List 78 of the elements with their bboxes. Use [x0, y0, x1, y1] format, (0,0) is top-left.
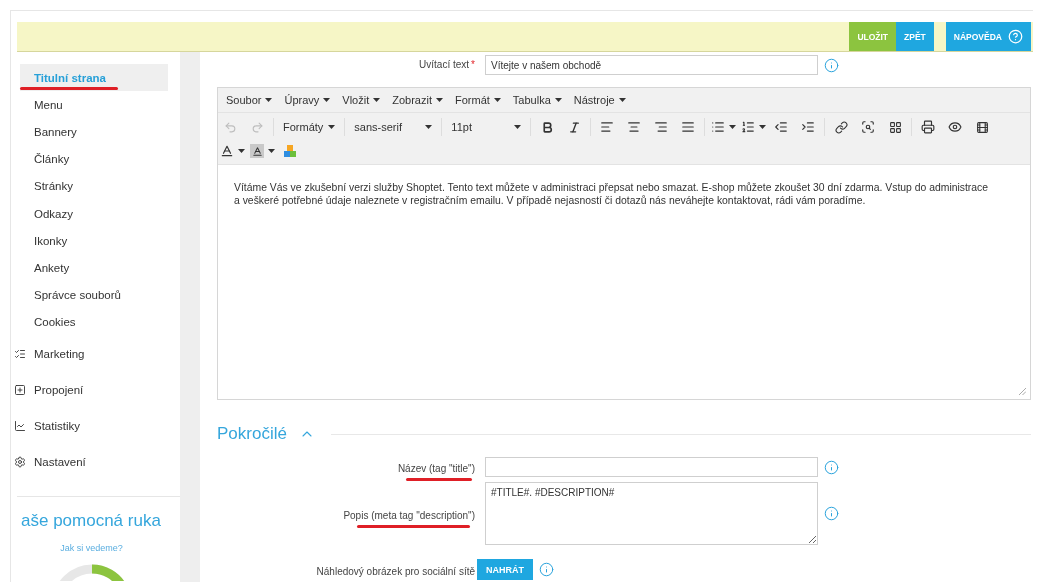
caret-icon: [514, 125, 522, 129]
scan-search-icon: [861, 120, 876, 134]
editor-paragraph: Vítáme Vás ve zkušební verzi služby Shoptet. Tento text můžete v administraci přepsat nebo smazat. E-shop můžete zkoušet 30 dní zdarma. Vstup do administrace a veškeré potřebné údaje naleznete v registračním emailu. V případě nejasností či dotazů nás neváhejte kontaktovat, rádi vám poradíme.: [234, 181, 990, 207]
sidebar-section[interactable]: Marketing: [34, 347, 85, 360]
color-blocks-icon: [284, 145, 296, 157]
outdent-icon: [774, 120, 789, 134]
help-panel-title: aše pomocná ruka: [21, 510, 161, 531]
bullet-list-icon: [711, 120, 726, 134]
sidebar-item[interactable]: Články: [20, 145, 168, 173]
menubar-dropdown[interactable]: Formát: [450, 89, 506, 111]
redo-icon: [250, 120, 264, 134]
menubar-dropdown[interactable]: Úpravy: [279, 89, 336, 111]
sidebar-item[interactable]: Stránky: [20, 172, 168, 200]
caret-icon: [268, 149, 275, 153]
textarea-field[interactable]: #TITLE#. #DESCRIPTION#: [485, 482, 818, 545]
field-label: Uvítací text: [419, 59, 470, 71]
text-color-icon: [220, 144, 234, 158]
grid-icon: [888, 120, 902, 134]
link-icon: [834, 120, 848, 134]
caret-icon: [425, 125, 433, 129]
sidebar-item[interactable]: Ankety: [20, 254, 168, 282]
info-icon[interactable]: [824, 506, 839, 521]
film-icon: [975, 120, 989, 134]
align-right-icon: [654, 120, 669, 134]
caret-icon: [265, 98, 273, 102]
menubar-dropdown[interactable]: Vložit: [337, 89, 386, 111]
caret-icon: [618, 98, 626, 102]
bold-icon: [540, 120, 554, 134]
sidebar-section[interactable]: Statistiky: [34, 419, 80, 432]
sidebar-section[interactable]: Nastavení: [34, 455, 86, 468]
caret-icon: [238, 149, 245, 153]
info-icon[interactable]: [824, 459, 839, 475]
sidebar-section[interactable]: Propojení: [34, 383, 84, 396]
caret-icon: [373, 98, 381, 102]
caret-icon: [729, 125, 737, 129]
checklist-icon: [14, 347, 26, 360]
indent-icon: [801, 120, 816, 134]
caret-icon: [323, 98, 331, 102]
italic-icon: [567, 120, 581, 134]
resize-handle-icon[interactable]: [1019, 388, 1026, 395]
font-size-select[interactable]: 11pt: [446, 116, 527, 138]
highlight-color-icon: [250, 144, 264, 158]
printer-icon: [921, 120, 936, 134]
sidebar-item[interactable]: Správce souborů: [20, 281, 168, 309]
menubar-dropdown[interactable]: Nástroje: [568, 89, 631, 111]
eye-icon: [948, 120, 963, 134]
sidebar-item[interactable]: Bannery: [20, 118, 168, 146]
formats-dropdown[interactable]: Formáty: [278, 116, 341, 138]
caret-icon: [554, 98, 562, 102]
text-input[interactable]: [485, 457, 818, 477]
help-icon: [1008, 29, 1023, 44]
gear-icon: [14, 455, 26, 468]
field-label: Název (tag "title"): [397, 463, 475, 474]
menubar-dropdown[interactable]: Soubor: [221, 89, 278, 111]
font-family-select[interactable]: sans-serif: [349, 116, 438, 138]
field-label: Popis (meta tag "description"): [343, 509, 475, 521]
sidebar-item[interactable]: Cookies: [20, 308, 168, 336]
sidebar-item[interactable]: Menu: [20, 91, 168, 119]
caret-icon: [436, 98, 443, 102]
info-icon[interactable]: [824, 57, 839, 73]
info-icon[interactable]: [539, 562, 554, 577]
sidebar-item[interactable]: Ikonky: [20, 227, 168, 255]
field-label: Náhledový obrázek pro sociální sítě: [316, 565, 475, 577]
caret-icon: [759, 125, 767, 129]
sidebar-item[interactable]: Odkazy: [20, 199, 168, 228]
caret-icon: [493, 98, 501, 102]
caret-icon: [328, 125, 336, 129]
line-chart-icon: [14, 419, 26, 432]
menubar-dropdown[interactable]: Zobrazit: [387, 89, 448, 111]
align-center-icon: [627, 120, 642, 134]
square-plus-icon: [14, 383, 26, 396]
required-mark: *: [471, 59, 475, 71]
text-input[interactable]: Vítejte v našem obchodě: [485, 55, 818, 75]
numbered-list-icon: [741, 120, 756, 134]
align-left-icon: [600, 120, 615, 134]
justify-icon: [681, 120, 696, 134]
undo-icon: [223, 120, 237, 134]
menubar-dropdown[interactable]: Tabulka: [507, 89, 567, 111]
